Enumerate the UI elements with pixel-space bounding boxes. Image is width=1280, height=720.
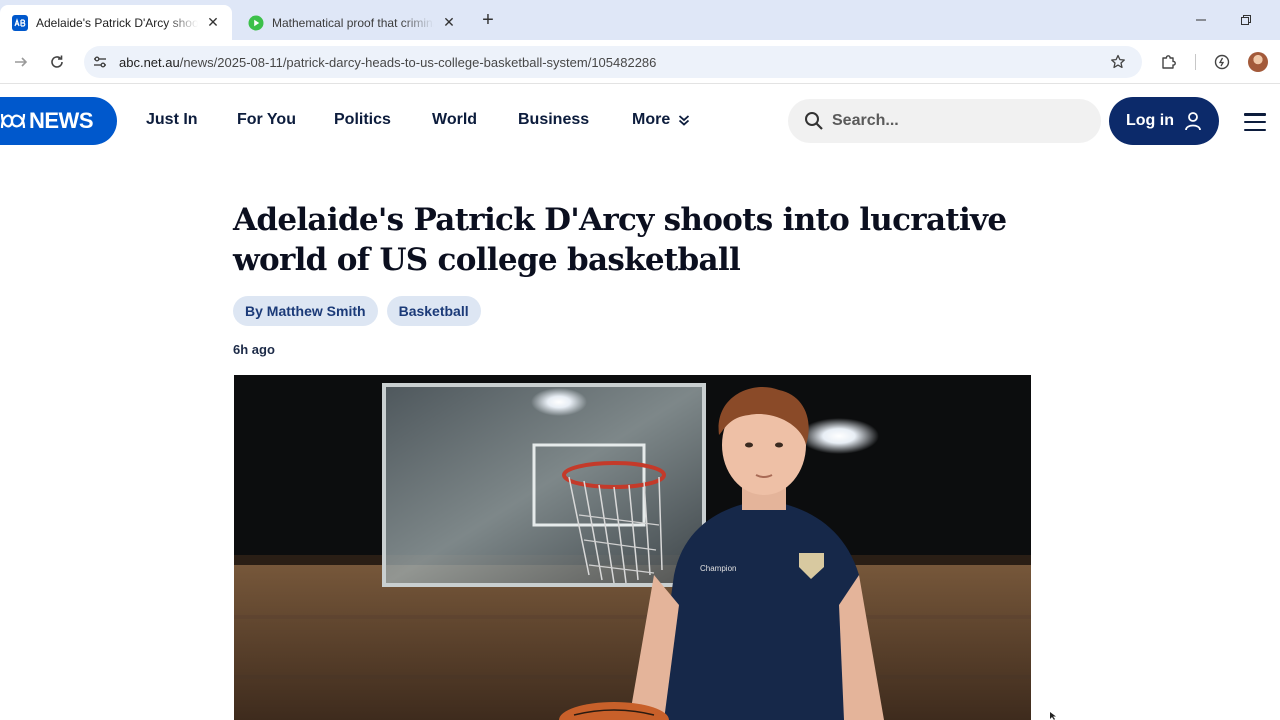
double-chevron-down-icon: [679, 115, 690, 126]
site-header: NEWS Just In For You Politics World Busi…: [0, 85, 1280, 157]
restore-icon: [1241, 15, 1251, 25]
article-tags: By Matthew Smith Basketball: [233, 296, 1033, 326]
tab-title: Adelaide's Patrick D'Arcy shoots into lu…: [36, 15, 198, 30]
profile-avatar[interactable]: [1248, 52, 1268, 72]
speedometer-icon: [1214, 54, 1230, 70]
url-domain: abc.net.au: [119, 54, 180, 70]
svg-text:Champion: Champion: [700, 564, 736, 573]
bookmark-star-icon[interactable]: [1108, 52, 1128, 72]
byline-pill[interactable]: By Matthew Smith: [233, 296, 378, 326]
tab-strip: Adelaide's Patrick D'Arcy shoots into lu…: [0, 0, 1280, 40]
hero-image: Champion: [234, 375, 1031, 720]
nav-more[interactable]: More: [632, 111, 690, 129]
url-path: /news/2025-08-11/patrick-darcy-heads-to-…: [179, 54, 657, 70]
reload-button[interactable]: [45, 50, 69, 74]
nav-business[interactable]: Business: [518, 111, 589, 129]
published-time: 6h ago: [233, 342, 275, 357]
puzzle-icon: [1162, 55, 1176, 69]
user-icon: [1185, 112, 1201, 131]
logo-text: NEWS: [29, 108, 94, 133]
search-icon: [805, 112, 823, 130]
forward-button[interactable]: [9, 50, 33, 74]
nav-world[interactable]: World: [432, 111, 477, 129]
arrow-right-icon: [15, 57, 28, 67]
address-bar[interactable]: abc.net.au/news/2025-08-11/patrick-darcy…: [84, 46, 1142, 78]
abc-lissajous-icon: [0, 113, 26, 129]
play-icon: [248, 15, 264, 31]
hamburger-icon: [1244, 128, 1266, 131]
nav-more-label: More: [632, 111, 671, 128]
menu-button[interactable]: [1244, 113, 1266, 131]
search-box[interactable]: Search...: [788, 99, 1101, 143]
restore-button[interactable]: [1233, 8, 1259, 32]
tab-math-proof[interactable]: Mathematical proof that criminals are sm…: [236, 5, 468, 40]
minimize-icon: [1196, 19, 1206, 21]
new-tab-button[interactable]: +: [478, 9, 498, 31]
close-tab-icon[interactable]: ✕: [440, 14, 458, 32]
browser-toolbar: abc.net.au/news/2025-08-11/patrick-darcy…: [0, 40, 1280, 84]
site-info-icon[interactable]: [90, 52, 110, 72]
extensions-button[interactable]: [1157, 50, 1181, 74]
tab-title: Mathematical proof that criminals are sm…: [272, 15, 434, 30]
topic-pill[interactable]: Basketball: [386, 296, 481, 326]
login-label: Log in: [1126, 112, 1174, 129]
url-text: abc.net.au/news/2025-08-11/patrick-darcy…: [119, 55, 656, 70]
reload-icon: [51, 55, 63, 68]
close-tab-icon[interactable]: ✕: [204, 14, 222, 32]
tab-abc-article[interactable]: Adelaide's Patrick D'Arcy shoots into lu…: [0, 5, 232, 40]
nav-politics[interactable]: Politics: [334, 111, 391, 129]
abc-news-logo[interactable]: NEWS: [0, 97, 117, 145]
performance-button[interactable]: [1210, 50, 1234, 74]
hamburger-icon: [1244, 120, 1266, 124]
abc-icon: [12, 14, 28, 31]
article-header: Adelaide's Patrick D'Arcy shoots into lu…: [233, 200, 1033, 357]
hamburger-icon: [1244, 113, 1266, 116]
minimize-button[interactable]: [1188, 8, 1214, 32]
nav-just-in[interactable]: Just In: [146, 111, 198, 129]
toolbar-separator: [1195, 54, 1196, 70]
basketball-player-photo: Champion: [234, 375, 1031, 720]
mouse-cursor-icon: [1050, 712, 1056, 720]
article-headline: Adelaide's Patrick D'Arcy shoots into lu…: [233, 202, 1007, 278]
nav-for-you[interactable]: For You: [237, 111, 296, 129]
login-button[interactable]: Log in: [1109, 97, 1219, 145]
search-placeholder: Search...: [832, 112, 899, 129]
